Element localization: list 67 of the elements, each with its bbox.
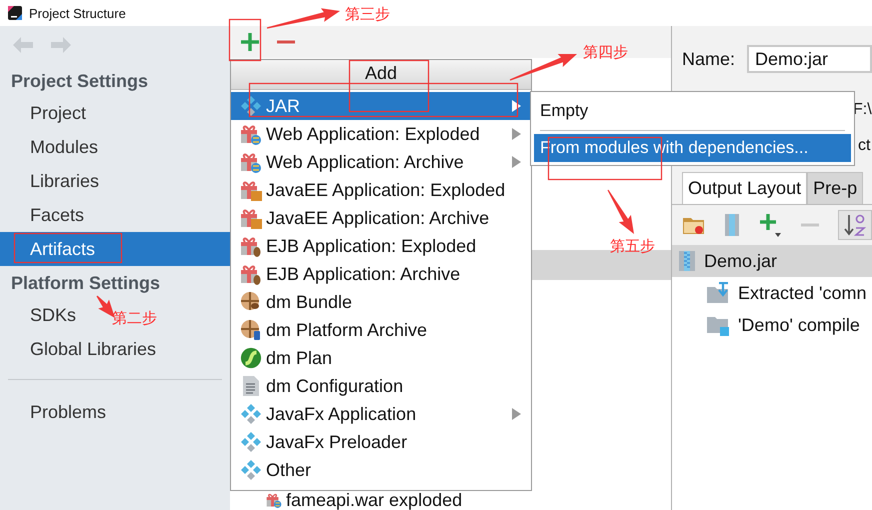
app-icon — [8, 6, 22, 20]
sort-button[interactable] — [838, 210, 872, 240]
menu-item[interactable]: dm Configuration — [231, 372, 531, 400]
menu-item[interactable]: Empty — [534, 95, 851, 127]
diamonds-icon — [240, 95, 262, 117]
globe-icon — [240, 319, 262, 341]
menu-item[interactable]: dm Plan — [231, 344, 531, 372]
step-label: 第五步 — [610, 239, 655, 254]
zip-file-icon — [678, 250, 696, 272]
zip-file-icon[interactable] — [724, 213, 740, 237]
menu-item[interactable]: JAR — [231, 92, 531, 120]
gift-box-icon — [240, 263, 262, 285]
menu-item[interactable]: Web Application: Archive — [231, 148, 531, 176]
section-heading: Project Settings — [11, 70, 148, 93]
document-icon — [242, 375, 260, 397]
sort-icon — [843, 213, 867, 237]
menu-title: Add — [364, 63, 398, 83]
extract-folder-icon — [706, 282, 730, 304]
sidebar-item[interactable]: Facets — [30, 198, 84, 232]
window-title: Project Structure — [29, 6, 126, 20]
tree-row[interactable]: 'Demo' compile — [672, 309, 872, 341]
gift-box-icon — [240, 179, 262, 201]
gift-box-icon — [266, 492, 282, 508]
sidebar-item[interactable]: Libraries — [30, 164, 100, 198]
annotation-arrow — [510, 54, 577, 81]
menu-item[interactable]: JavaFx Application — [231, 400, 531, 428]
menu-item[interactable]: Other — [231, 456, 531, 484]
sidebar-item[interactable]: SDKs — [30, 298, 76, 332]
menu-item[interactable]: EJB Application: Exploded — [231, 232, 531, 260]
menu-item[interactable]: dm Bundle — [231, 288, 531, 316]
sidebar-item[interactable]: Artifacts — [0, 232, 230, 266]
tree-row[interactable]: Demo.jar — [672, 245, 872, 277]
highlight-frame — [228, 18, 262, 62]
menu-item[interactable]: JavaEE Application: Exploded — [231, 176, 531, 204]
menu-item[interactable]: JavaEE Application: Archive — [231, 204, 531, 232]
step-label: 第二步 — [112, 311, 157, 326]
diamonds-icon — [240, 459, 262, 481]
gift-box-icon — [240, 235, 262, 257]
menu-item[interactable]: Web Application: Exploded — [231, 120, 531, 148]
name-field[interactable]: Demo:jar — [747, 45, 872, 73]
sidebar-item[interactable]: Modules — [30, 130, 98, 164]
globe-icon — [240, 291, 262, 313]
tab[interactable]: Pre-p — [807, 172, 864, 204]
step-label: 第三步 — [345, 7, 390, 22]
artifact-row[interactable]: fameapi.war exploded — [230, 490, 462, 510]
sidebar-item[interactable]: Global Libraries — [30, 332, 156, 366]
sphere-icon — [240, 346, 262, 370]
menu-item[interactable]: JavaFx Preloader — [231, 428, 531, 456]
gift-box-icon — [240, 207, 262, 229]
tree-row[interactable]: Extracted 'comn — [672, 277, 872, 309]
add-icon[interactable] — [240, 32, 260, 52]
menu-item[interactable]: EJB Application: Archive — [231, 260, 531, 288]
add-icon[interactable] — [758, 212, 782, 238]
menu-item[interactable]: dm Platform Archive — [231, 316, 531, 344]
field-text: ct — [858, 137, 870, 155]
sidebar-item[interactable]: Problems — [30, 395, 106, 429]
folder-icon — [706, 314, 730, 336]
diamonds-icon — [240, 431, 262, 453]
name-label: Name: — [682, 48, 736, 70]
sidebar-item[interactable]: Project — [30, 96, 86, 130]
step-label: 第四步 — [583, 45, 628, 60]
tab[interactable]: Output Layout — [682, 172, 808, 204]
diamonds-icon — [240, 403, 262, 425]
gift-box-icon — [240, 151, 262, 173]
annotation-arrow — [608, 190, 634, 234]
gift-box-icon — [240, 123, 262, 145]
section-heading: Platform Settings — [11, 272, 160, 295]
